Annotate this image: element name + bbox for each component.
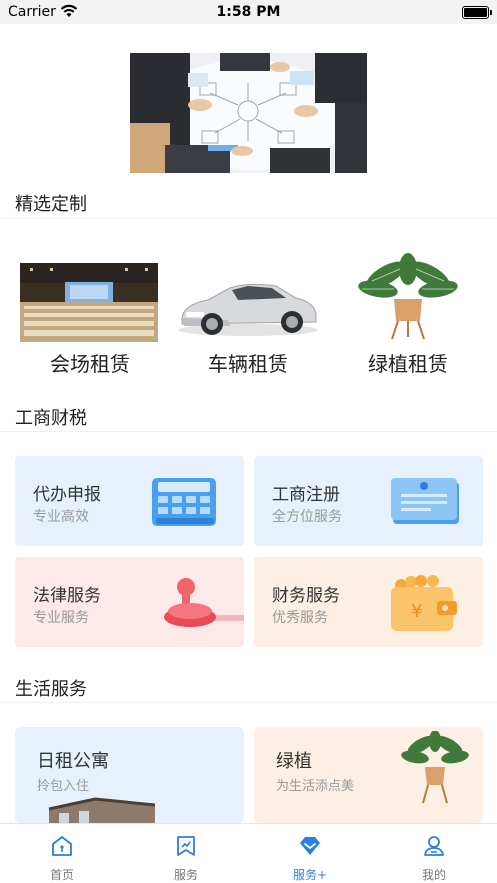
plant-rental-label: 绿植租赁 (368, 352, 448, 376)
green-plants-card[interactable]: 绿植 为生活添点美 (254, 727, 483, 823)
svg-text:¥: ¥ (411, 601, 422, 622)
business-registration-card[interactable]: 工商注册 全方位服务 (254, 456, 483, 546)
battery-icon (462, 6, 492, 19)
home-icon (52, 836, 72, 856)
banner-image[interactable] (130, 53, 367, 173)
plant-image (401, 731, 469, 804)
diamond-icon (300, 837, 320, 855)
stamp-icon (164, 578, 244, 627)
card-title: 日租公寓 (37, 751, 109, 772)
section-title-life: 生活服务 (15, 679, 87, 700)
plant-rental-image (358, 253, 458, 340)
plant-rental-item[interactable]: 绿植租赁 (328, 248, 488, 378)
venue-rental-image (20, 263, 158, 342)
vehicle-rental-item[interactable]: 车辆租赁 (168, 248, 328, 378)
tab-label: 我的 (421, 868, 446, 882)
card-title: 法律服务 (33, 586, 101, 606)
tab-label: 服务 (173, 868, 198, 882)
legal-services-card[interactable]: 法律服务 专业服务 (15, 557, 244, 647)
tab-home[interactable]: 首页 (0, 824, 124, 883)
tab-label: 首页 (49, 868, 74, 882)
tab-services-plus[interactable]: 服务+ (248, 824, 372, 883)
card-subtitle: 全方位服务 (272, 509, 342, 525)
financial-services-card[interactable]: 财务服务 优秀服务 ¥ (254, 557, 483, 647)
vehicle-rental-image (178, 283, 318, 336)
tab-services[interactable]: 服务 (124, 824, 248, 883)
tab-label: 服务+ (292, 868, 328, 882)
card-title: 工商注册 (272, 485, 340, 505)
tab-mine[interactable]: 我的 (372, 824, 496, 883)
card-subtitle: 优秀服务 (272, 610, 328, 626)
section-divider (0, 702, 497, 703)
card-title: 财务服务 (272, 586, 340, 606)
wallet-icon: ¥ (391, 575, 457, 631)
card-title: 代办申报 (33, 485, 101, 505)
section-divider (0, 431, 497, 432)
card-subtitle: 专业高效 (33, 509, 89, 525)
bottom-tab-bar: 首页 服务 服务+ 我的 (0, 823, 497, 883)
section-title-featured: 精选定制 (15, 194, 87, 215)
calculator-icon (152, 478, 216, 526)
vehicle-rental-label: 车辆租赁 (208, 352, 288, 376)
user-icon (424, 836, 444, 856)
status-bar: Carrier 1:58 PM (0, 0, 497, 24)
section-divider (0, 218, 497, 219)
venue-rental-label: 会场租赁 (50, 352, 130, 376)
section-title-business: 工商财税 (15, 408, 87, 429)
card-subtitle: 为生活添点美 (276, 779, 355, 794)
status-time: 1:58 PM (216, 4, 281, 20)
agency-filing-card[interactable]: 代办申报 专业高效 (15, 456, 244, 546)
card-subtitle: 拎包入住 (37, 779, 90, 794)
daily-apartment-card[interactable]: 日租公寓 拎包入住 (15, 727, 244, 823)
venue-rental-item[interactable]: 会场租赁 (10, 248, 170, 378)
card-subtitle: 专业服务 (33, 610, 89, 626)
card-title: 绿植 (276, 751, 312, 772)
bookmark-icon (177, 836, 195, 856)
apartment-image (48, 797, 156, 823)
certificate-icon (391, 478, 459, 524)
